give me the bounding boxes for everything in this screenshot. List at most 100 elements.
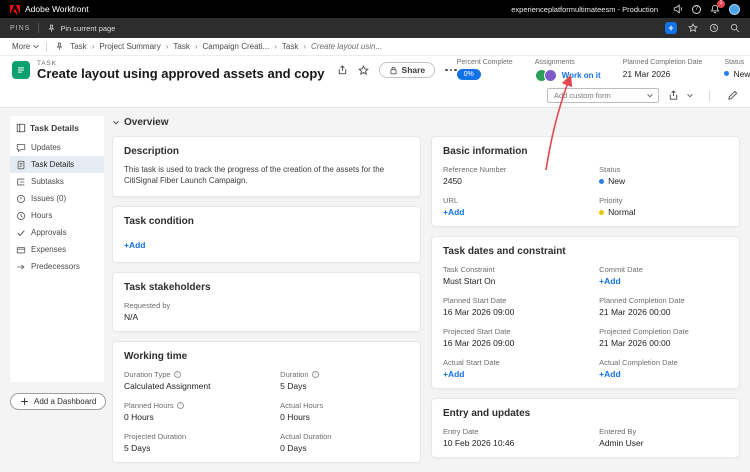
planned-completion-metric: Planned Completion Date 21 Mar 2026 [623,59,703,79]
chevron-right-icon: › [166,42,169,51]
field-priority: Priority Normal [599,196,728,217]
field-duration: Durationi 5 Days [280,370,409,391]
field-planned-completion-date: Planned Completion Date 21 Mar 2026 00:0… [599,296,728,317]
field-actual-completion-date: Actual Completion Date +Add [599,358,728,379]
sidebar-item-approvals[interactable]: Approvals [10,224,104,241]
quick-access-icon[interactable]: + [665,22,677,34]
workfront-task-page: { "colors": { "accent_blue": "#1373E6", … [0,0,750,416]
divider [709,91,710,101]
field-url: URL +Add [443,196,591,217]
sidebar-item-task-details[interactable]: Task Details [10,156,104,173]
sidebar-item-expenses[interactable]: Expenses [10,241,104,258]
entry-and-updates-card: Entry and updates Entry Date 10 Feb 2026… [431,398,740,458]
info-icon: i [177,402,184,409]
breadcrumb-item[interactable]: Task [282,42,298,51]
plus-icon [20,397,29,406]
sidebar-item-predecessors[interactable]: Predecessors [10,258,104,275]
work-on-it-button[interactable]: Work on it [562,71,601,80]
task-type-icon [12,61,30,79]
recents-history-icon[interactable] [709,23,719,33]
status-value: New [733,69,750,79]
field-duration-type: Duration Typei Calculated Assignment [124,370,272,391]
field-commit-date: Commit Date +Add [599,265,728,286]
assignments-metric: Assignments Work on it [535,59,601,82]
breadcrumb-item[interactable]: Project Summary [99,42,160,51]
chevron-right-icon: › [274,42,277,51]
issue-alert-icon [16,194,26,204]
more-menu-button[interactable]: More [12,42,38,51]
page-title: Create layout using approved assets and … [37,67,325,81]
add-url-link[interactable]: +Add [443,207,465,217]
status-dot [724,71,729,76]
overview-section-header[interactable]: Overview [114,117,740,128]
field-task-constraint: Task Constraint Must Start On [443,265,591,286]
field-projected-duration: Projected Duration 5 Days [124,432,272,453]
chevron-down-icon [33,42,39,48]
content-area: Task Details Updates Task Details Subtas… [0,108,750,416]
adobe-logo-icon [10,5,20,14]
priority-dot [599,210,604,215]
task-condition-card: Task condition +Add [112,206,421,263]
main-panel: Overview Description This task is used t… [112,116,740,408]
basic-information-card: Basic information Reference Number 2450 … [431,136,740,227]
add-actual-start-link[interactable]: +Add [443,369,465,379]
user-avatar[interactable] [729,4,740,15]
breadcrumb-item[interactable]: Task [173,42,189,51]
pins-bar: PINS Pin current page + [0,18,750,38]
percent-complete-metric: Percent Complete 0% [457,59,513,80]
breadcrumb-item[interactable]: Campaign Creati... [203,42,270,51]
info-icon: i [174,371,181,378]
pins-label: PINS [10,25,30,32]
chevron-right-icon: › [195,42,198,51]
document-icon [16,160,26,170]
add-actual-completion-link[interactable]: +Add [599,369,621,379]
more-actions-icon[interactable] [445,69,457,72]
top-app-bar: Adobe Workfront experienceplatformultima… [0,0,750,18]
field-status: Status New [599,165,728,186]
add-custom-form-input[interactable]: Add custom form [547,88,659,103]
notifications-bell-icon[interactable]: 1 [710,4,720,14]
help-icon[interactable]: ? [692,5,701,14]
lock-icon [389,66,398,75]
breadcrumb-current: Create layout usin... [311,42,382,51]
field-actual-hours: Actual Hours 0 Hours [280,401,409,422]
chevron-down-icon [647,91,653,97]
chevron-down-icon [113,118,119,124]
favorite-star-icon[interactable] [358,65,369,76]
status-dot [599,179,604,184]
expenses-icon [16,245,26,255]
app-brand: Adobe Workfront [25,4,89,14]
export-icon[interactable] [668,90,679,101]
org-environment-label: experienceplatformultimateesm - Producti… [511,5,658,14]
add-condition-link[interactable]: +Add [124,240,146,250]
favorites-star-icon[interactable] [688,23,698,33]
working-time-card: Working time Duration Typei Calculated A… [112,341,421,463]
pin-current-page-button[interactable]: Pin current page [47,24,115,33]
task-header: TASK Create layout using approved assets… [0,56,750,84]
breadcrumb-item[interactable]: Task [70,42,86,51]
predecessors-arrow-icon [16,262,26,272]
add-dashboard-button[interactable]: Add a Dashboard [10,393,106,410]
sidebar-item-subtasks[interactable]: Subtasks [10,173,104,190]
sidebar-item-hours[interactable]: Hours [10,207,104,224]
breadcrumb-pin-icon[interactable] [55,42,64,51]
breadcrumb: Task › Project Summary › Task › Campaign Cr… [70,42,382,51]
open-in-icon[interactable] [337,65,348,76]
edit-pencil-icon[interactable] [727,90,738,101]
add-commit-date-link[interactable]: +Add [599,276,621,286]
assignee-avatar[interactable] [544,69,557,82]
share-button[interactable]: Share [379,62,436,78]
breadcrumb-bar: More Task › Project Summary › Task › Campai… [0,38,750,56]
custom-form-row: Add custom form [0,84,750,108]
planned-completion-value: 21 Mar 2026 [623,69,703,79]
field-requested-by: Requested by N/A [124,301,272,322]
sidebar-item-issues[interactable]: Issues (0) [10,190,104,207]
field-entry-date: Entry Date 10 Feb 2026 10:46 [443,427,591,448]
field-planned-start-date: Planned Start Date 16 Mar 2026 09:00 [443,296,591,317]
announcements-icon[interactable] [673,4,683,14]
chevron-down-icon[interactable] [688,94,692,98]
search-icon[interactable] [730,23,740,33]
divider [38,23,39,33]
sidebar-item-updates[interactable]: Updates [10,139,104,156]
field-planned-hours: Planned Hoursi 0 Hours [124,401,272,422]
